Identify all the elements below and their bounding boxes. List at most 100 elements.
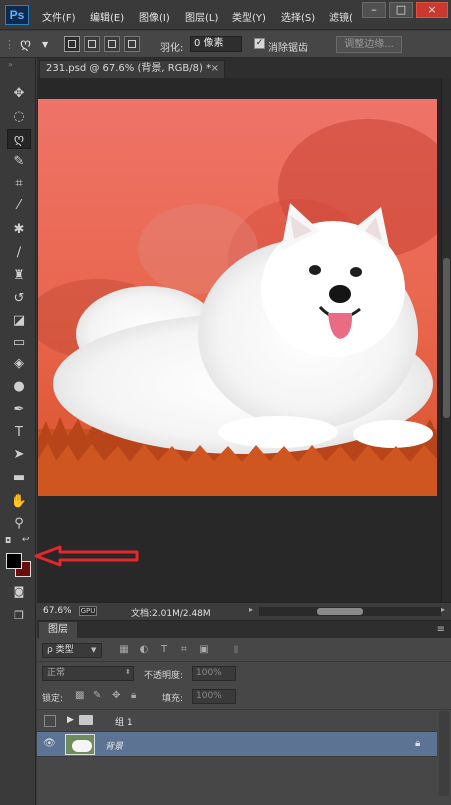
lock-label: 锁定:: [42, 694, 64, 704]
lock-position-icon[interactable]: ✥: [112, 690, 120, 701]
type-tool-icon[interactable]: T: [7, 423, 31, 443]
move-tool-icon[interactable]: ✥: [7, 84, 31, 104]
chevron-updown-icon: ⬍: [125, 668, 131, 676]
menu-filter[interactable]: 滤镜(: [329, 9, 353, 24]
filter-smart-object-icon[interactable]: ▣: [197, 643, 211, 657]
lasso-tool-icon[interactable]: ღ: [7, 129, 31, 149]
filter-type-icon[interactable]: T: [157, 643, 171, 657]
options-bar: ⋮ ღ ▼ 羽化: 0 像素 ✓ 消除锯齿 调整边缘...: [0, 31, 451, 58]
filter-pixel-icon[interactable]: ▦: [117, 643, 131, 657]
eye-icon[interactable]: 👁︎: [43, 738, 56, 749]
gradient-tool-icon[interactable]: ▭: [7, 333, 31, 353]
expand-arrow-icon[interactable]: ▶: [67, 715, 74, 725]
lock-transparent-icon[interactable]: ▩: [75, 690, 84, 701]
subtract-selection-button[interactable]: [104, 36, 120, 52]
maximize-button[interactable]: □: [389, 2, 413, 18]
zoom-level[interactable]: 67.6%: [43, 606, 72, 616]
filter-toggle-icon[interactable]: ▮: [229, 643, 243, 657]
divider: [37, 661, 451, 662]
blend-mode-select[interactable]: 正常: [42, 666, 134, 681]
antialias-checkbox[interactable]: ✓: [254, 38, 265, 49]
folder-icon: [79, 715, 93, 725]
tools-panel: » ✥ ◌ ღ ✎ ⌗ ⁄ ✱ ∕ ♜ ↺ ◪ ▭ ◈ ● ✒ T ➤ ▬ ✋ …: [0, 58, 36, 805]
panel-tab-bar: 图层 ≡: [37, 621, 451, 638]
layer-thumbnail: [65, 734, 95, 755]
foreground-color-swatch[interactable]: [6, 553, 22, 569]
hand-tool-icon[interactable]: ✋: [7, 492, 31, 512]
document-tab[interactable]: 231.psd @ 67.6% (背景, RGB/8) * ×: [39, 60, 225, 78]
swap-colors-icon[interactable]: ↩: [22, 535, 30, 545]
history-brush-tool-icon[interactable]: ↺: [7, 289, 31, 309]
menu-select[interactable]: 选择(S): [281, 9, 315, 24]
panel-menu-icon[interactable]: ≡: [437, 624, 445, 635]
quick-selection-tool-icon[interactable]: ✎: [7, 152, 31, 172]
tab-layers[interactable]: 图层: [39, 622, 77, 638]
default-colors-icon[interactable]: ◘: [5, 536, 11, 545]
antialias-label: 消除锯齿: [268, 43, 308, 54]
new-selection-button[interactable]: [64, 36, 80, 52]
photoshop-window: Ps 文件(F) 编辑(E) 图像(I) 图层(L) 类型(Y) 选择(S) 滤…: [0, 0, 451, 805]
fill-label: 填充:: [162, 694, 184, 704]
dodge-tool-icon[interactable]: ●: [7, 377, 31, 397]
document-image[interactable]: [38, 99, 437, 496]
canvas-vertical-scrollbar[interactable]: [441, 78, 451, 602]
marquee-tool-icon[interactable]: ◌: [7, 107, 31, 127]
lasso-preset-icon[interactable]: ღ: [20, 37, 31, 52]
status-menu-arrow-icon[interactable]: ▸: [249, 605, 253, 614]
opacity-input[interactable]: 100%: [192, 666, 236, 681]
scroll-right-icon[interactable]: ▸: [441, 605, 445, 614]
zoom-tool-icon[interactable]: ⚲: [7, 514, 31, 534]
photoshop-logo: Ps: [5, 5, 29, 25]
brush-tool-icon[interactable]: ∕: [7, 243, 31, 263]
layer-lock-icon: 🔒︎: [415, 738, 421, 749]
refine-edge-button[interactable]: 调整边缘...: [336, 36, 402, 53]
fill-input[interactable]: 100%: [192, 689, 236, 704]
minimize-button[interactable]: –: [362, 2, 386, 18]
red-arrow-annotation: [34, 545, 139, 567]
visibility-toggle-empty[interactable]: [44, 715, 56, 727]
eraser-tool-icon[interactable]: ◪: [7, 311, 31, 331]
close-button[interactable]: ×: [416, 2, 448, 18]
layer-name[interactable]: 组 1: [115, 715, 133, 728]
layer-row-background[interactable]: 👁︎ 背景 🔒︎: [37, 732, 437, 757]
clone-stamp-tool-icon[interactable]: ♜: [7, 266, 31, 286]
grip-icon: ⋮: [4, 38, 15, 51]
menu-image[interactable]: 图像(I): [139, 9, 170, 24]
scroll-thumb[interactable]: [443, 258, 450, 418]
document-size[interactable]: 文档:2.01M/2.48M: [131, 606, 211, 619]
menu-edit[interactable]: 编辑(E): [90, 9, 124, 24]
pen-tool-icon[interactable]: ✒: [7, 400, 31, 420]
chevron-down-icon[interactable]: ▼: [42, 37, 48, 52]
quick-mask-icon[interactable]: ◙: [7, 582, 31, 602]
menu-type[interactable]: 类型(Y): [232, 9, 266, 24]
rectangle-tool-icon[interactable]: ▬: [7, 468, 31, 488]
feather-input[interactable]: 0 像素: [190, 36, 242, 52]
opacity-label: 不透明度:: [144, 671, 184, 681]
filter-shape-icon[interactable]: ⌗: [177, 643, 191, 657]
gpu-icon: GPU: [79, 606, 97, 616]
spot-healing-tool-icon[interactable]: ✱: [7, 220, 31, 240]
menu-layer[interactable]: 图层(L): [185, 9, 218, 24]
menu-file[interactable]: 文件(F): [42, 9, 76, 24]
canvas-area[interactable]: [37, 78, 441, 602]
collapse-icon[interactable]: »: [8, 60, 13, 69]
screen-mode-icon[interactable]: ❐: [7, 606, 31, 626]
document-tab-bar: 231.psd @ 67.6% (背景, RGB/8) * ×: [37, 58, 451, 78]
layers-scrollbar[interactable]: [439, 711, 449, 796]
crop-tool-icon[interactable]: ⌗: [7, 174, 31, 194]
layer-name[interactable]: 背景: [105, 739, 123, 752]
lock-pixels-icon[interactable]: ✎: [93, 690, 101, 701]
path-selection-tool-icon[interactable]: ➤: [7, 445, 31, 465]
lock-all-icon[interactable]: 🔒︎: [131, 690, 136, 701]
document-tab-title: 231.psd @ 67.6% (背景, RGB/8) *: [46, 63, 212, 74]
intersect-selection-button[interactable]: [124, 36, 140, 52]
layers-footer: [37, 799, 451, 805]
layer-row-group[interactable]: ▶ 组 1: [37, 710, 437, 732]
add-to-selection-button[interactable]: [84, 36, 100, 52]
close-tab-icon[interactable]: ×: [211, 61, 219, 77]
filter-adjustment-icon[interactable]: ◐: [137, 643, 151, 657]
blur-tool-icon[interactable]: ◈: [7, 354, 31, 374]
eyedropper-tool-icon[interactable]: ⁄: [7, 196, 31, 216]
hscroll-thumb[interactable]: [317, 608, 363, 615]
canvas-horizontal-scrollbar[interactable]: [259, 607, 441, 616]
